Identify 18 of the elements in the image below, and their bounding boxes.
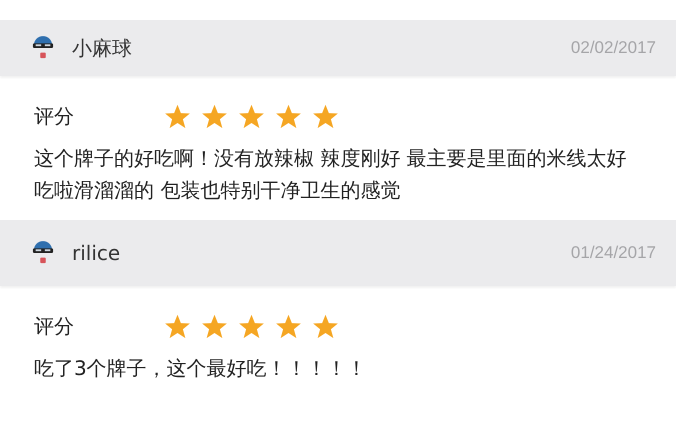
star-icon (164, 102, 191, 130)
star-icon (201, 102, 228, 130)
review-date: 02/02/2017 (570, 38, 656, 58)
star-icon (238, 312, 265, 340)
review-comment: 吃了3个牌子，这个最好吃！！！！！ (34, 355, 368, 382)
review-comment: 这个牌子的好吃啊！没有放辣椒 辣度刚好 最主要是里面的米线太好吃啦滑溜溜的 包装也特别干净卫生的感觉 (34, 145, 628, 204)
star-icon (275, 312, 302, 340)
star-icon (312, 312, 339, 340)
star-icon (275, 102, 302, 130)
review-date: 01/24/2017 (570, 243, 656, 263)
star-icon (201, 312, 228, 340)
star-icon (238, 102, 265, 130)
user-name: rilice (72, 241, 120, 265)
user-name: 小麻球 (72, 34, 132, 62)
rating-label: 评分 (34, 312, 75, 340)
star-icon (312, 102, 339, 130)
rating-label: 评分 (34, 102, 75, 130)
star-icon (164, 312, 191, 340)
